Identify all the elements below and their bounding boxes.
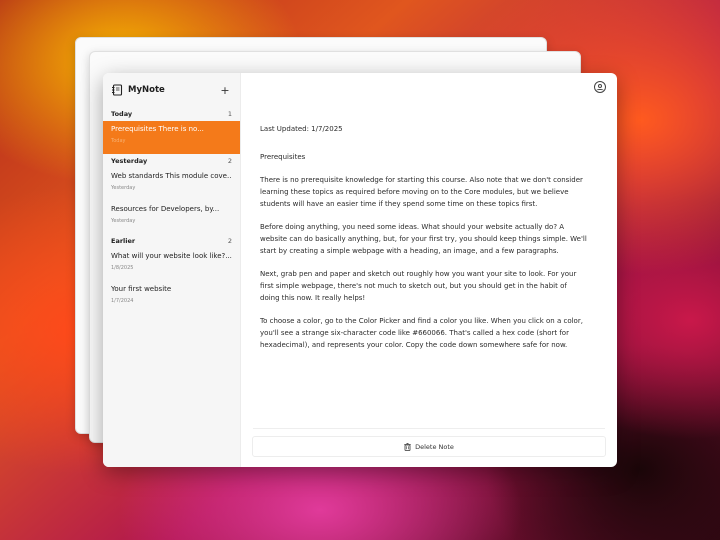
group-count: 2	[227, 157, 232, 165]
user-circle-icon[interactable]	[594, 81, 606, 93]
group-header-earlier: Earlier 2	[103, 234, 240, 248]
group-label: Earlier	[111, 237, 136, 245]
sidebar-header: MyNote +	[103, 73, 240, 107]
note-item[interactable]: Your first website 1/7/2024	[103, 281, 240, 314]
group-label: Yesterday	[111, 157, 148, 165]
note-item[interactable]: Web standards This module cove... Yester…	[103, 168, 240, 201]
trash-icon	[404, 442, 411, 451]
note-item[interactable]: Resources for Developers, by... Yesterda…	[103, 201, 240, 234]
app-window: MyNote + Today 1 Prerequisites There is …	[103, 73, 617, 467]
delete-label: Delete Note	[415, 442, 454, 451]
note-paragraph: Before doing anything, you need some ide…	[260, 223, 587, 255]
note-item[interactable]: What will your website look like?... 1/8…	[103, 248, 240, 281]
add-note-button[interactable]: +	[218, 84, 232, 97]
footer-divider	[253, 428, 605, 429]
note-title: What will your website look like?...	[111, 252, 232, 260]
note-title: Prerequisites There is no...	[111, 125, 204, 133]
note-date: 1/7/2024	[111, 298, 134, 304]
group-header-yesterday: Yesterday 2	[103, 154, 240, 168]
last-updated: Last Updated: 1/7/2025	[260, 125, 343, 133]
group-header-today: Today 1	[103, 107, 240, 121]
group-label: Today	[111, 110, 133, 118]
note-item-selected[interactable]: Prerequisites There is no... Today	[103, 121, 240, 154]
note-paragraph: Next, grab pen and paper and sketch out …	[260, 270, 577, 302]
note-paragraph: To choose a color, go to the Color Picke…	[260, 317, 583, 349]
note-paragraph: There is no prerequisite knowledge for s…	[260, 176, 583, 208]
note-heading: Prerequisites	[260, 153, 306, 161]
sidebar: MyNote + Today 1 Prerequisites There is …	[103, 73, 241, 467]
app-name: MyNote	[128, 85, 165, 95]
editor-pane: Last Updated: 1/7/2025 Prerequisites The…	[241, 73, 617, 467]
note-date: Yesterday	[111, 185, 136, 191]
note-date: 1/8/2025	[111, 265, 134, 271]
delete-note-button[interactable]: Delete Note	[252, 436, 606, 457]
group-count: 2	[227, 237, 232, 245]
note-date: Yesterday	[111, 218, 136, 224]
note-title: Web standards This module cove...	[111, 172, 232, 180]
note-title: Your first website	[111, 285, 172, 293]
note-content[interactable]: Last Updated: 1/7/2025 Prerequisites The…	[260, 123, 587, 362]
notebook-icon	[111, 84, 123, 96]
note-title: Resources for Developers, by...	[111, 205, 220, 213]
note-date: Today	[111, 138, 126, 144]
group-count: 1	[227, 110, 232, 118]
